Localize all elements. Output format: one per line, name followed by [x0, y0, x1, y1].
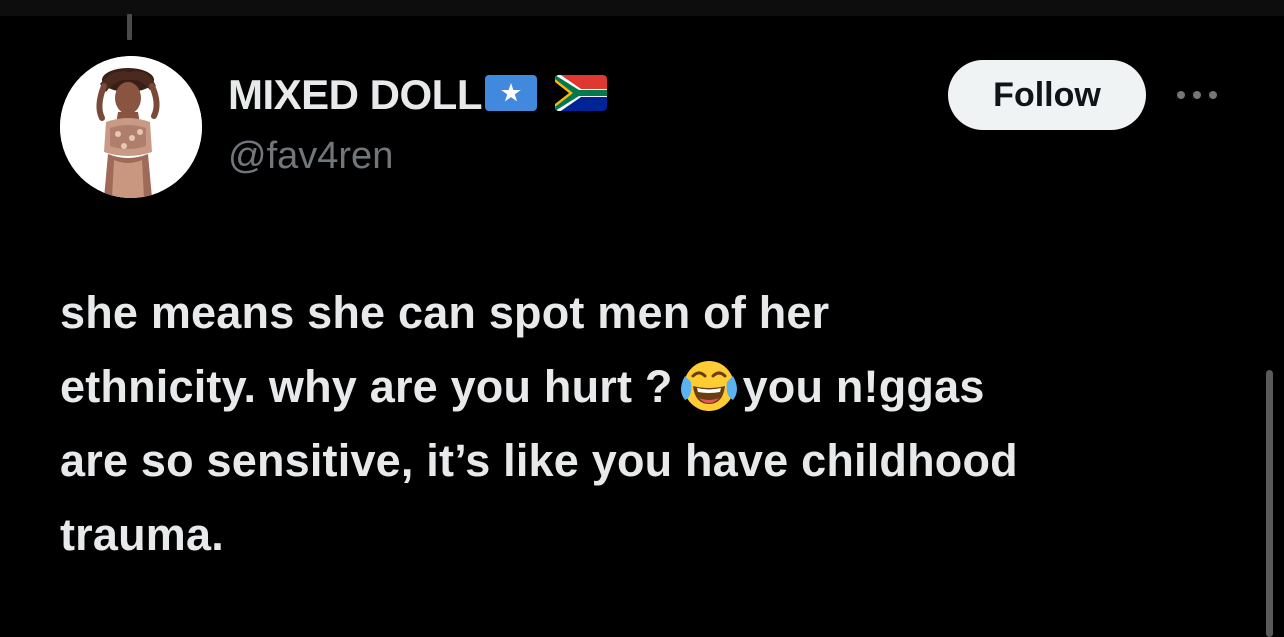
post-text-line: she means she can spot men of her: [60, 287, 830, 338]
post-text-segment: you n!ggas: [742, 361, 985, 412]
author-handle[interactable]: @fav4ren: [228, 132, 393, 180]
avatar-photo-icon: [60, 56, 202, 198]
post-text-line-with-emoji: ethnicity. why are you hurt ? you n!ggas: [60, 350, 1210, 424]
post-text: she means she can spot men of her ethnic…: [60, 276, 1210, 572]
south-africa-flag-icon: [555, 74, 607, 116]
face-with-tears-of-joy-icon: [679, 358, 739, 414]
post-text-segment: ethnicity. why are you hurt ?: [60, 361, 673, 412]
somalia-flag-icon: [485, 74, 537, 116]
avatar[interactable]: [60, 56, 202, 198]
thread-connector-line: [127, 14, 132, 40]
post-text-line: are so sensitive, it’s like you have chi…: [60, 435, 1018, 486]
author-name-row[interactable]: MIXED DOLL: [228, 68, 607, 122]
top-band: [0, 0, 1284, 16]
display-name[interactable]: MIXED DOLL: [228, 68, 483, 122]
post-text-line: trauma.: [60, 509, 224, 560]
more-icon[interactable]: [1174, 88, 1220, 102]
follow-button[interactable]: Follow: [948, 60, 1146, 130]
scrollbar[interactable]: [1266, 370, 1273, 637]
